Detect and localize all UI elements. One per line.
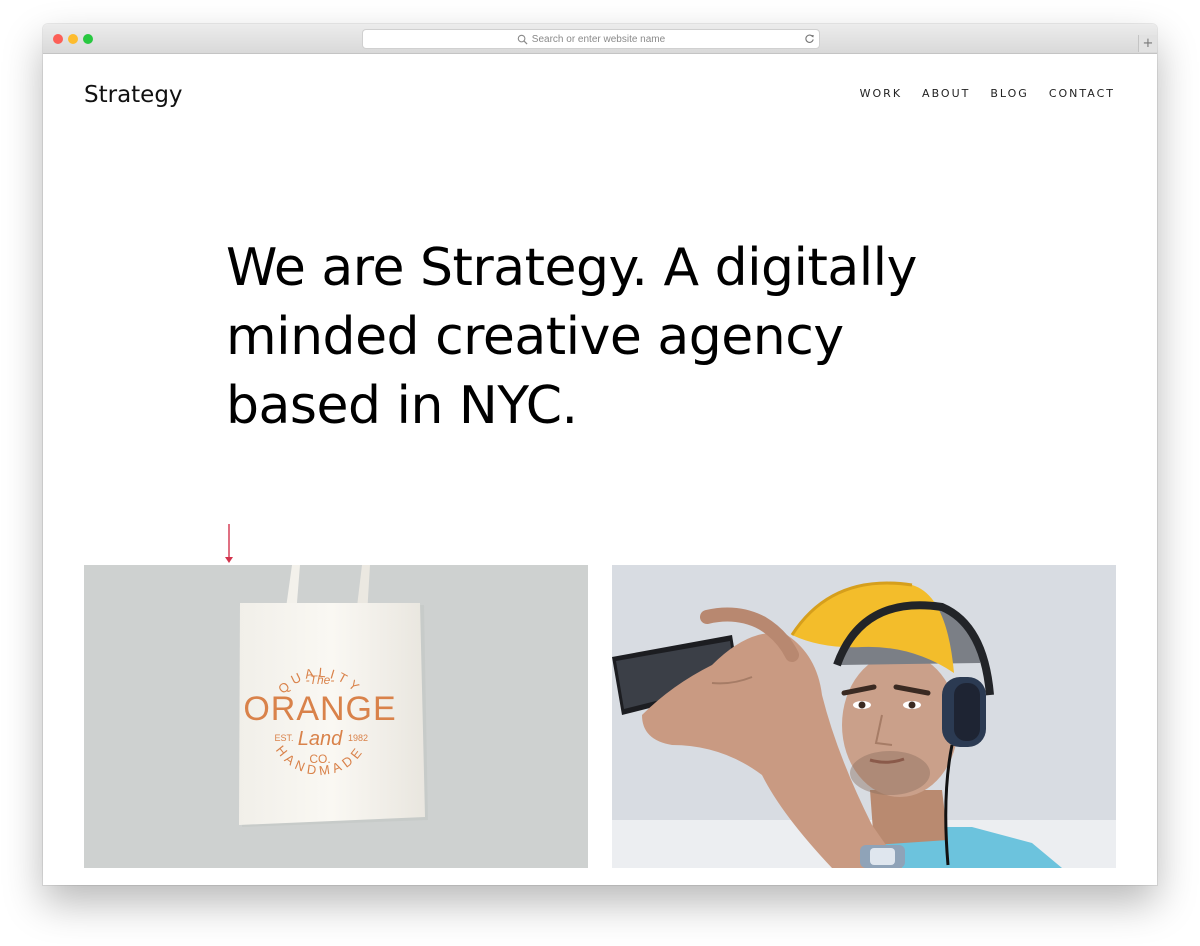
browser-window: Search or enter website name + Strategy … [43, 24, 1157, 885]
bag-text-the: -The- [306, 673, 335, 687]
man-with-headphones-photo [612, 565, 1116, 868]
browser-toolbar: Search or enter website name + [43, 24, 1157, 54]
new-tab-button[interactable]: + [1138, 35, 1157, 52]
bag-text-est: EST. [274, 733, 293, 743]
nav-contact[interactable]: CONTACT [1049, 87, 1115, 100]
portfolio-tile-tote-bag[interactable]: QUALITY -The- ORANGE EST. Land 1982 CO. … [84, 565, 588, 868]
site-logo[interactable]: Strategy [84, 82, 183, 108]
bag-text-orange: ORANGE [243, 690, 396, 728]
hero-line-2: minded creative agency [226, 307, 844, 367]
arrow-down-icon[interactable] [224, 524, 234, 564]
nav-about[interactable]: ABOUT [922, 87, 970, 100]
minimize-window-button[interactable] [68, 34, 78, 44]
portfolio-tile-headphones[interactable] [612, 565, 1116, 868]
bag-text-year: 1982 [348, 733, 368, 743]
nav-blog[interactable]: BLOG [990, 87, 1028, 100]
bag-text-land: Land [298, 728, 343, 750]
maximize-window-button[interactable] [83, 34, 93, 44]
address-placeholder: Search or enter website name [531, 33, 666, 45]
search-icon [517, 34, 528, 45]
tote-bag-image: QUALITY -The- ORANGE EST. Land 1982 CO. … [239, 565, 428, 827]
reload-icon[interactable] [804, 33, 815, 44]
close-window-button[interactable] [53, 34, 63, 44]
hero-line-1: We are Strategy. A digitally [226, 238, 917, 298]
page-content: Strategy WORK ABOUT BLOG CONTACT We are … [43, 54, 1157, 885]
main-nav: WORK ABOUT BLOG CONTACT [860, 87, 1115, 100]
nav-work[interactable]: WORK [860, 87, 902, 100]
hero-line-3: based in NYC. [226, 376, 578, 436]
hero-headline: We are Strategy. A digitally minded crea… [226, 234, 986, 441]
address-bar[interactable]: Search or enter website name [362, 29, 820, 49]
